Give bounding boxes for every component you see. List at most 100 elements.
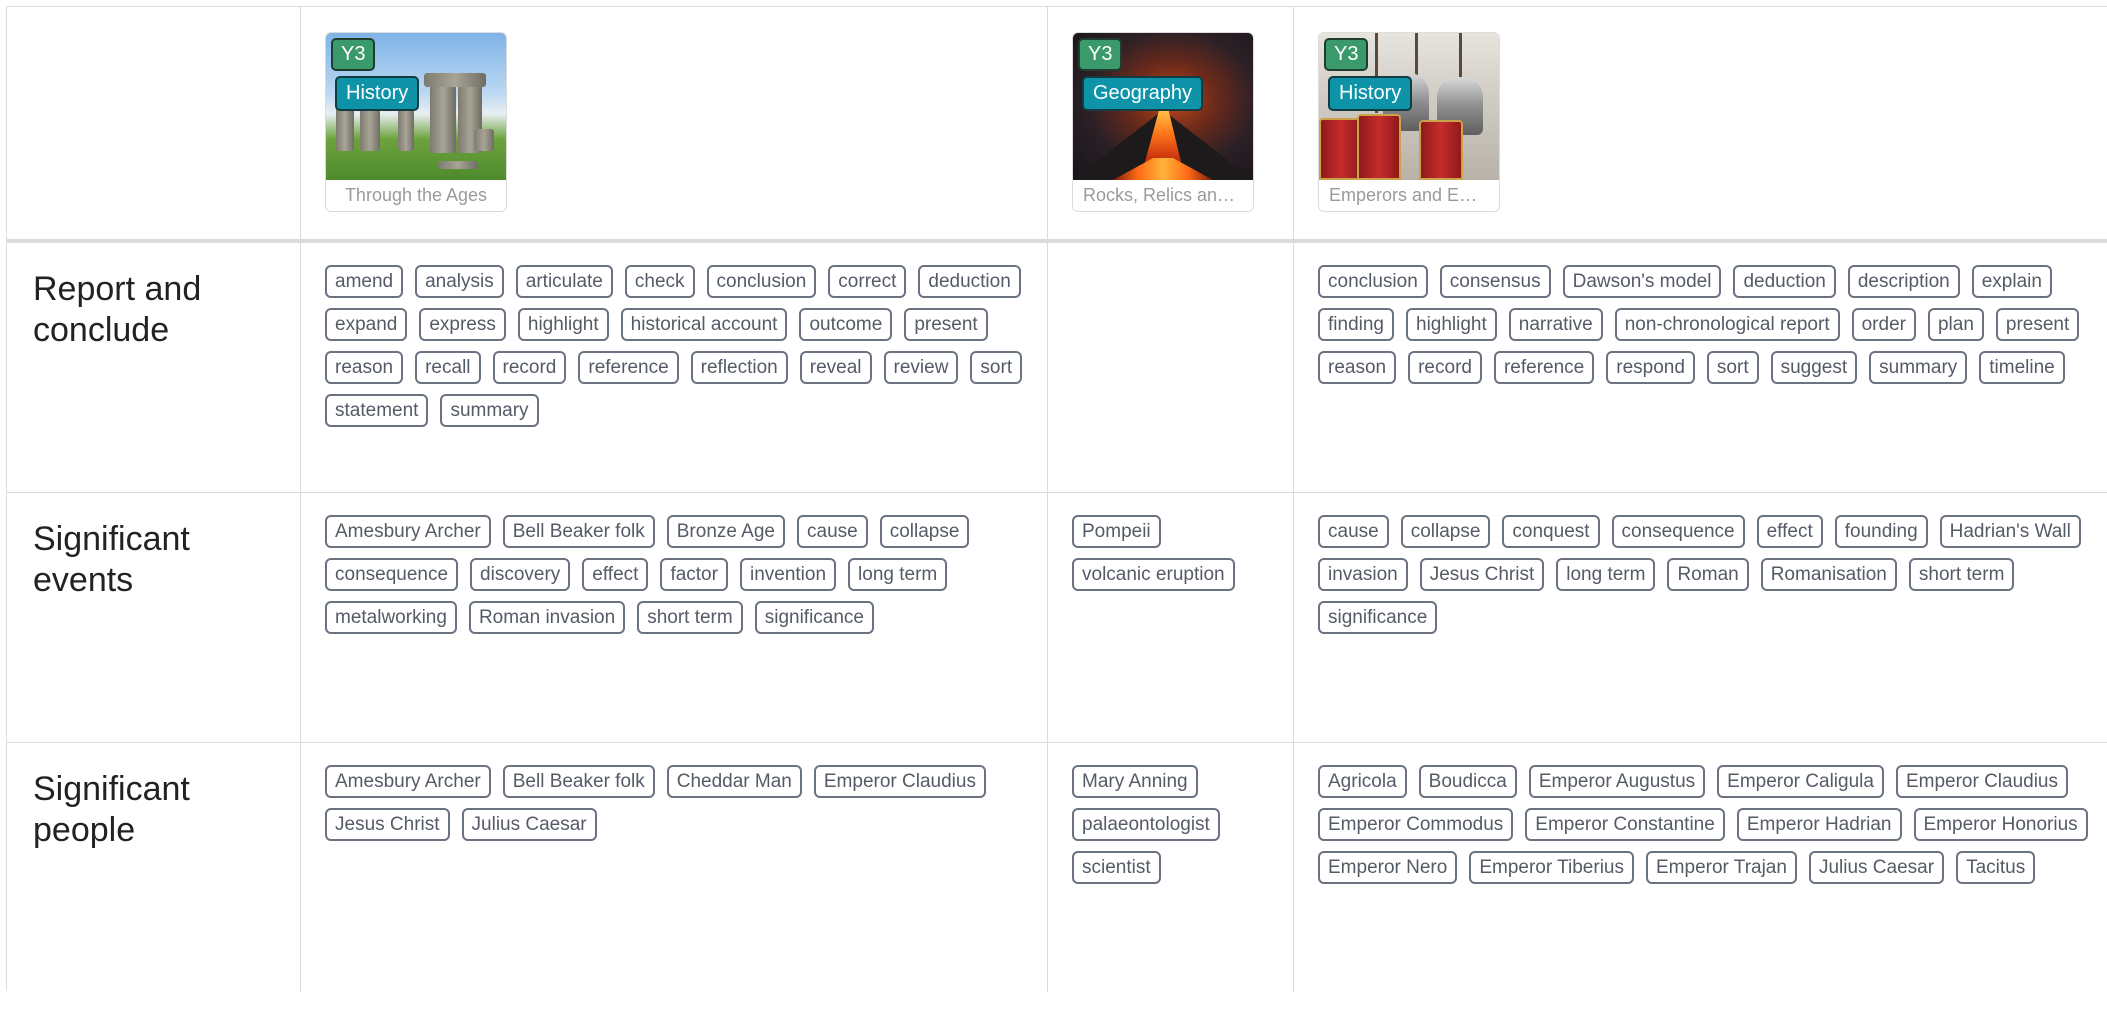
vocab-tag[interactable]: significance <box>1318 601 1438 634</box>
vocab-tag[interactable]: reason <box>1318 351 1397 384</box>
vocab-tag[interactable]: discovery <box>470 558 571 591</box>
vocab-tag[interactable]: significance <box>754 601 874 634</box>
vocab-tag[interactable]: invention <box>739 558 837 591</box>
vocab-tag[interactable]: conquest <box>1502 515 1600 548</box>
vocab-tag[interactable]: Amesbury Archer <box>325 515 491 548</box>
vocab-tag[interactable]: Emperor Tiberius <box>1469 851 1634 884</box>
vocab-tag[interactable]: conclusion <box>706 265 817 298</box>
vocab-tag[interactable]: consequence <box>325 558 459 591</box>
vocab-tag[interactable]: short term <box>1908 558 2015 591</box>
vocab-tag[interactable]: timeline <box>1979 351 2065 384</box>
vocab-tag[interactable]: non-chronological report <box>1614 308 1840 341</box>
vocab-tag[interactable]: Bronze Age <box>666 515 785 548</box>
vocab-tag[interactable]: Cheddar Man <box>666 765 802 798</box>
vocab-tag[interactable]: sort <box>970 351 1023 384</box>
vocab-tag[interactable]: Romanisation <box>1760 558 1897 591</box>
vocab-tag[interactable]: consensus <box>1439 265 1551 298</box>
vocab-tag[interactable]: Roman invasion <box>468 601 626 634</box>
vocab-tag[interactable]: scientist <box>1072 851 1161 884</box>
topic-card[interactable]: Y3 History Through the Ages <box>325 32 507 212</box>
vocab-tag[interactable]: finding <box>1318 308 1394 341</box>
vocab-tag[interactable]: correct <box>828 265 907 298</box>
vocab-tag[interactable]: amend <box>325 265 404 298</box>
vocab-tag[interactable]: check <box>624 265 695 298</box>
vocab-tag[interactable]: analysis <box>415 265 504 298</box>
vocab-tag[interactable]: Bell Beaker folk <box>502 515 655 548</box>
vocab-tag[interactable]: plan <box>1927 308 1984 341</box>
vocab-tag[interactable]: collapse <box>1400 515 1491 548</box>
vocab-tag[interactable]: historical account <box>620 308 788 341</box>
vocab-tag[interactable]: articulate <box>515 265 613 298</box>
vocab-tag[interactable]: deduction <box>918 265 1021 298</box>
vocab-tag[interactable]: record <box>492 351 567 384</box>
vocab-tag[interactable]: Emperor Hadrian <box>1736 808 1902 841</box>
vocab-tag[interactable]: long term <box>848 558 948 591</box>
vocab-tag[interactable]: short term <box>637 601 743 634</box>
vocab-tag[interactable]: highlight <box>1406 308 1497 341</box>
vocab-tag[interactable]: factor <box>660 558 728 591</box>
topic-card[interactable]: Y3 History Emperors and Em... <box>1318 32 1500 212</box>
vocab-tag[interactable]: expand <box>325 308 408 341</box>
vocab-tag[interactable]: review <box>883 351 959 384</box>
vocab-tag[interactable]: Pompeii <box>1072 515 1161 548</box>
vocab-tag[interactable]: Hadrian's Wall <box>1939 515 2081 548</box>
vocab-tag[interactable]: Emperor Caligula <box>1717 765 1884 798</box>
vocab-tag[interactable]: reference <box>1493 351 1595 384</box>
vocab-tag[interactable]: Emperor Nero <box>1318 851 1458 884</box>
vocab-tag[interactable]: Bell Beaker folk <box>502 765 655 798</box>
vocab-tag[interactable]: Mary Anning <box>1072 765 1198 798</box>
vocab-tag[interactable]: Emperor Honorius <box>1913 808 2088 841</box>
vocab-tag[interactable]: Julius Caesar <box>461 808 597 841</box>
vocab-tag[interactable]: outcome <box>799 308 893 341</box>
vocab-tag[interactable]: suggest <box>1770 351 1858 384</box>
vocab-tag[interactable]: description <box>1847 265 1960 298</box>
vocab-tag[interactable]: present <box>1995 308 2080 341</box>
vocab-tag[interactable]: explain <box>1971 265 2052 298</box>
vocab-tag[interactable]: recall <box>415 351 481 384</box>
vocab-tag[interactable]: reveal <box>799 351 872 384</box>
vocab-tag[interactable]: order <box>1851 308 1916 341</box>
vocab-tag[interactable]: Boudicca <box>1418 765 1517 798</box>
vocab-tag[interactable]: highlight <box>517 308 609 341</box>
vocab-tag[interactable]: Emperor Constantine <box>1525 808 1725 841</box>
vocab-tag[interactable]: Emperor Commodus <box>1318 808 1514 841</box>
vocab-tag[interactable]: Emperor Augustus <box>1528 765 1706 798</box>
vocab-tag[interactable]: narrative <box>1508 308 1603 341</box>
vocab-tag[interactable]: effect <box>1756 515 1823 548</box>
vocab-tag[interactable]: Amesbury Archer <box>325 765 491 798</box>
vocab-tag[interactable]: cause <box>797 515 868 548</box>
vocab-tag[interactable]: Emperor Trajan <box>1646 851 1797 884</box>
vocab-tag[interactable]: sort <box>1706 351 1759 384</box>
vocab-tag[interactable]: Jesus Christ <box>1419 558 1545 591</box>
vocab-tag[interactable]: conclusion <box>1318 265 1428 298</box>
vocab-tag[interactable]: invasion <box>1318 558 1408 591</box>
vocab-tag[interactable]: Emperor Claudius <box>1895 765 2069 798</box>
vocab-tag[interactable]: present <box>904 308 988 341</box>
vocab-tag[interactable]: Emperor Claudius <box>813 765 986 798</box>
vocab-tag[interactable]: Julius Caesar <box>1808 851 1945 884</box>
vocab-tag[interactable]: reference <box>578 351 679 384</box>
vocab-tag[interactable]: summary <box>1869 351 1968 384</box>
vocab-tag[interactable]: summary <box>440 394 539 427</box>
vocab-tag[interactable]: deduction <box>1733 265 1836 298</box>
vocab-tag[interactable]: effect <box>582 558 649 591</box>
vocab-tag[interactable]: long term <box>1556 558 1656 591</box>
topic-card[interactable]: Y3 Geography Rocks, Relics and ... <box>1072 32 1254 212</box>
vocab-tag[interactable]: record <box>1408 351 1482 384</box>
vocab-tag[interactable]: respond <box>1606 351 1695 384</box>
vocab-tag[interactable]: statement <box>325 394 429 427</box>
vocab-tag[interactable]: palaeontologist <box>1072 808 1220 841</box>
vocab-tag[interactable]: metalworking <box>325 601 457 634</box>
vocab-tag[interactable]: founding <box>1834 515 1928 548</box>
vocab-tag[interactable]: Jesus Christ <box>325 808 450 841</box>
vocab-tag[interactable]: reflection <box>690 351 788 384</box>
vocab-tag[interactable]: Tacitus <box>1956 851 2036 884</box>
vocab-tag[interactable]: cause <box>1318 515 1389 548</box>
vocab-tag[interactable]: Roman <box>1667 558 1749 591</box>
vocab-tag[interactable]: reason <box>325 351 404 384</box>
vocab-tag[interactable]: collapse <box>879 515 970 548</box>
vocab-tag[interactable]: consequence <box>1611 515 1745 548</box>
vocab-tag[interactable]: volcanic eruption <box>1072 558 1235 591</box>
vocab-tag[interactable]: Dawson's model <box>1562 265 1722 298</box>
vocab-tag[interactable]: express <box>419 308 506 341</box>
